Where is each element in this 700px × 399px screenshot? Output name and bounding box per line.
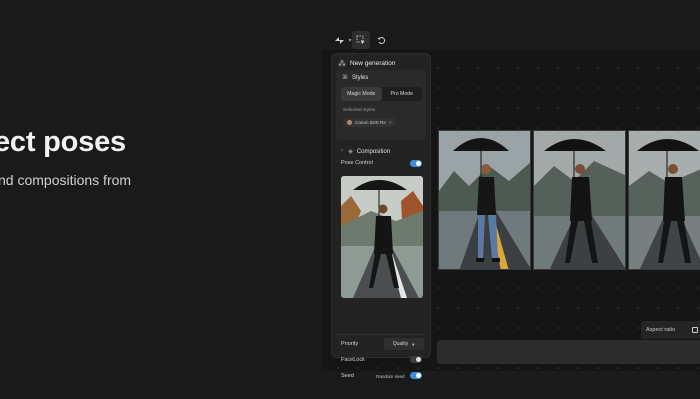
seed-toggle[interactable] — [410, 372, 422, 379]
generated-image-2[interactable] — [533, 130, 626, 270]
square-icon — [692, 327, 698, 333]
tab-pro-mode[interactable]: Pro Mode — [382, 87, 423, 101]
divider — [336, 334, 424, 335]
select-icon[interactable] — [352, 31, 370, 49]
hero-subtitle: nd compositions from — [0, 172, 132, 188]
pose-control-label: Pose Control — [341, 160, 373, 166]
facelock-label: FaceLock — [341, 357, 365, 363]
undo-icon[interactable] — [372, 31, 390, 49]
generated-image-3[interactable] — [628, 130, 700, 270]
selected-styles-label: Selected styles — [343, 108, 376, 113]
style-chip[interactable]: Canon 5DS Re × — [343, 118, 396, 127]
composition-title: Composition — [356, 148, 391, 155]
panel-title: New generation — [350, 60, 396, 67]
styles-card: ⌘ Styles Magic Mode Pro Mode Selected st… — [336, 70, 426, 140]
facelock-toggle[interactable] — [410, 356, 422, 363]
priority-select[interactable]: Quality ▼ — [384, 338, 424, 350]
styles-title: Styles — [352, 74, 369, 81]
prompt-input[interactable] — [437, 340, 700, 364]
style-chip-label: Canon 5DS Re — [355, 120, 386, 125]
priority-label: Priority — [341, 341, 359, 347]
aspect-ratio-button[interactable]: Aspect ratio — [641, 321, 700, 339]
generated-image-1[interactable] — [438, 130, 531, 270]
close-icon[interactable]: × — [389, 120, 392, 125]
pose-reference-image[interactable] — [341, 176, 423, 298]
panel-header: ⁂ New generation — [338, 59, 396, 68]
hero-title: ect poses — [0, 126, 126, 158]
priority-value: Quality — [392, 341, 409, 347]
style-thumbnail — [347, 120, 352, 125]
aspect-ratio-label: Aspect ratio — [646, 327, 676, 333]
pose-control-toggle[interactable] — [410, 160, 422, 167]
mode-tabs: Magic Mode Pro Mode — [341, 87, 422, 101]
chevron-down-icon: ▼ — [411, 341, 416, 347]
chevron-up-icon[interactable]: ⌃ — [340, 149, 344, 155]
canvas-toolbar: ▾ — [326, 28, 396, 50]
composition-icon: ◈ — [348, 149, 353, 155]
tab-magic-mode[interactable]: Magic Mode — [341, 87, 382, 101]
sparkle-icon: ⁂ — [338, 59, 346, 68]
seed-label: Seed — [341, 373, 354, 379]
styles-icon: ⌘ — [342, 75, 348, 81]
composition-title-row[interactable]: ⌃ ◈ Composition — [340, 148, 391, 156]
styles-title-row: ⌘ Styles — [342, 74, 369, 82]
composition-section: ⌃ ◈ Composition Pose Control FaceLock Se… — [336, 144, 426, 379]
generation-panel: ⁂ New generation ⌘ Styles Magic Mode Pro… — [331, 53, 431, 379]
seed-value: Random seed — [376, 374, 405, 379]
